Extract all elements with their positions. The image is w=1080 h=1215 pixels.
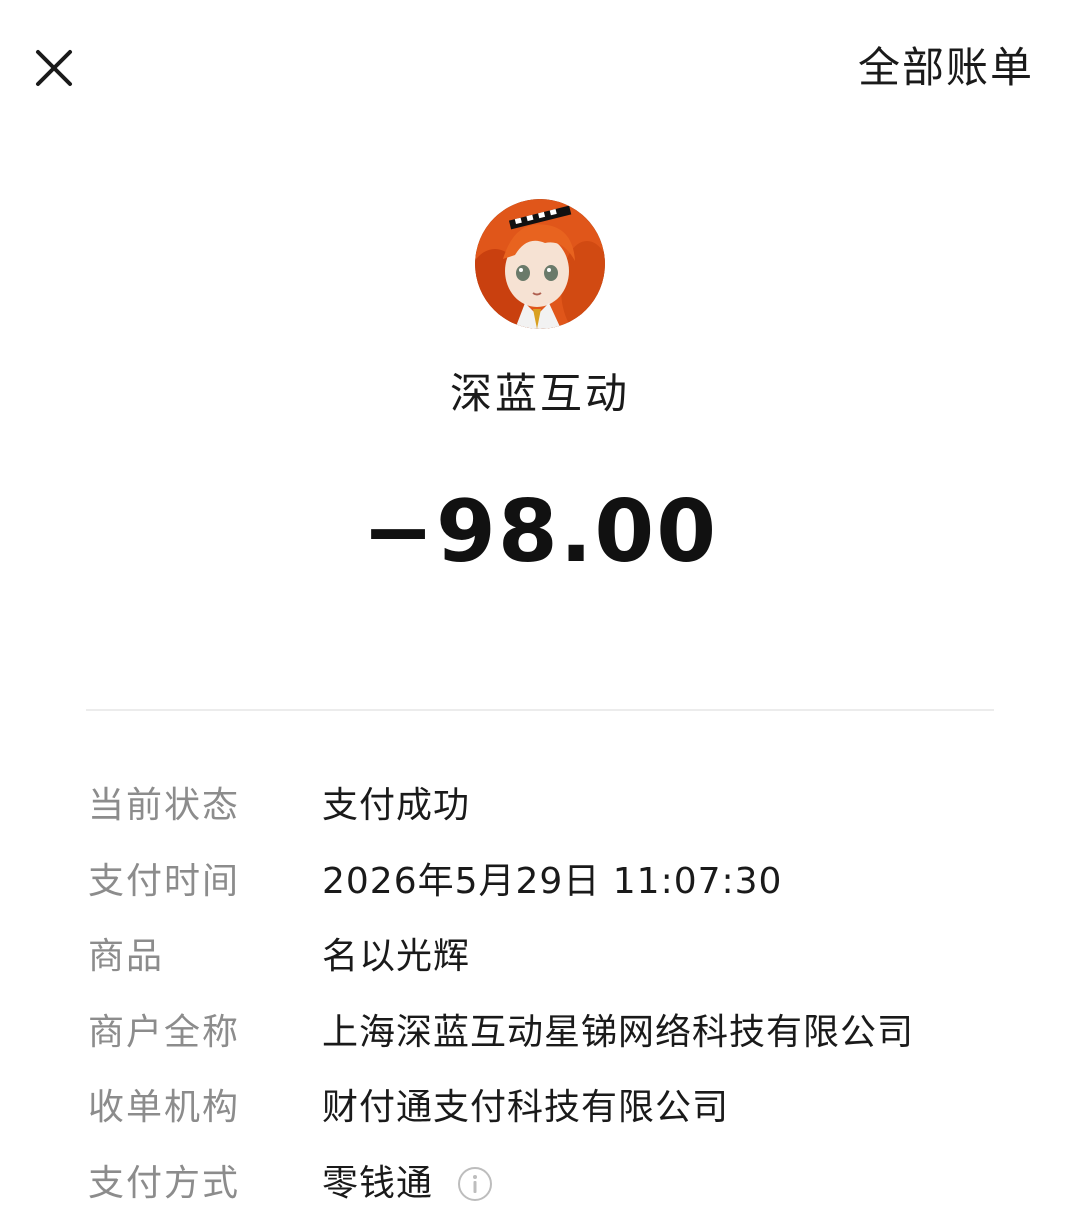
detail-label: 商品: [88, 936, 165, 977]
info-icon[interactable]: [457, 1166, 493, 1202]
detail-label: 商户全称: [88, 1011, 241, 1053]
merchant-avatar: [475, 199, 605, 329]
detail-row-acquirer: 收单机构 财付通支付科技有限公司: [88, 1082, 1008, 1134]
detail-label: 支付时间: [88, 860, 241, 902]
detail-value: 零钱通: [322, 1162, 434, 1204]
detail-row-pay-time: 支付时间 2026年5月29日 11:07:30: [88, 856, 1008, 908]
detail-value: 支付成功: [322, 785, 471, 826]
detail-label: 当前状态: [88, 785, 241, 826]
all-bills-link[interactable]: 全部账单: [858, 42, 1034, 94]
detail-label: 收单机构: [88, 1087, 241, 1128]
detail-value: 2026年5月29日 11:07:30: [322, 860, 783, 902]
merchant-name: 深蓝互动: [449, 369, 630, 418]
payment-amount: −98.00: [361, 482, 719, 582]
detail-row-product: 商品 名以光辉: [88, 931, 1008, 983]
detail-row-merchant-fullname: 商户全称 上海深蓝互动星锑网络科技有限公司: [88, 1007, 1008, 1059]
divider: [86, 709, 994, 711]
detail-value-wrapper: 零钱通: [322, 1158, 493, 1210]
detail-value: 名以光辉: [322, 936, 471, 977]
detail-row-pay-method: 支付方式 零钱通: [88, 1158, 1008, 1210]
bill-detail-page: 全部账单 深蓝互动 −98.00 当前状态 支付成功 支付时间 2026年5月2…: [0, 0, 1080, 1215]
detail-list: 当前状态 支付成功 支付时间 2026年5月29日 11:07:30 商品 名以…: [88, 780, 1008, 1215]
detail-value: 财付通支付科技有限公司: [322, 1087, 730, 1128]
detail-label: 支付方式: [88, 1162, 241, 1204]
close-button[interactable]: [26, 40, 82, 96]
detail-value: 上海深蓝互动星锑网络科技有限公司: [322, 1011, 915, 1053]
close-icon: [36, 50, 72, 86]
detail-row-status: 当前状态 支付成功: [88, 780, 1008, 832]
